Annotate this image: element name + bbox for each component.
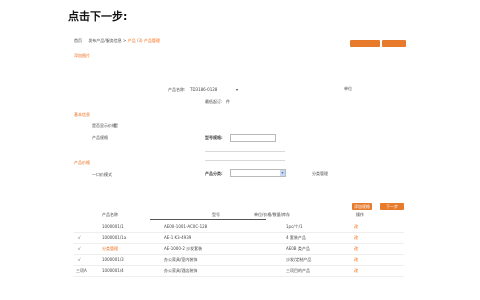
- section-price: 产品价格: [74, 160, 90, 165]
- row-model: 办公家具/室内装饰: [164, 257, 198, 262]
- row-edit-link[interactable]: 改: [354, 268, 358, 273]
- category-manage-link[interactable]: 分类管理: [312, 171, 328, 176]
- section-basic-info: 基本信息: [74, 112, 90, 117]
- chevron-down-icon: ▾: [280, 170, 285, 176]
- sku-label: 型号规格:: [205, 135, 223, 140]
- field-label-spec: 产品规格: [92, 135, 108, 140]
- unit-link[interactable]: 单位: [344, 86, 352, 91]
- row-check[interactable]: √: [78, 257, 81, 262]
- field-value-show-price: 是: [114, 123, 118, 128]
- row-model: 办公家具/酒店装饰: [164, 268, 198, 273]
- column-header-op: 操作: [356, 212, 364, 217]
- product-name-label: 产品名称:: [168, 87, 186, 92]
- row-spec: 4 套装产品: [286, 235, 306, 240]
- next-step-button[interactable]: 下一步: [380, 203, 404, 210]
- row-name: 1000001/3: [102, 257, 124, 262]
- breadcrumb-home[interactable]: 首页: [74, 38, 82, 43]
- table-row[interactable]: √ 1000001/1a AE-1 K3-4939 4 套装产品 改: [74, 233, 404, 244]
- row-edit-link[interactable]: 改: [354, 257, 358, 262]
- breadcrumb-link-2[interactable]: 产品 (3): [128, 38, 143, 43]
- row-check[interactable]: √: [78, 246, 81, 251]
- table-row[interactable]: √ 分类管理 AE-1000-2 沙发套装 AE0B 类产品 改: [74, 244, 404, 255]
- product-table: 1000001/1 AE00-1001-AC0C-128 1pc/个/1 改 √…: [74, 222, 404, 277]
- divider: [150, 219, 266, 220]
- column-header-model: 型号: [212, 212, 220, 217]
- table-row[interactable]: 三项A 1000001/4 办公家具/酒店装饰 三项目的产品 改: [74, 266, 404, 277]
- column-header-spec: 单位/价格/数量/库存: [254, 212, 291, 217]
- row-edit-link[interactable]: 改: [354, 224, 358, 229]
- row-model: AE-1 K3-4939: [164, 235, 192, 240]
- row-model: AE00-1001-AC0C-128: [164, 224, 208, 229]
- breadcrumb: 首页 发布产品/服务信息 > 产品 (3) 产品管理: [74, 38, 160, 43]
- sku-input[interactable]: [230, 134, 276, 142]
- row-check[interactable]: √: [78, 235, 81, 240]
- table-row[interactable]: √ 1000001/3 办公家具/室内装饰 沙发/定制产品 改: [74, 255, 404, 266]
- row-spec: AE0B 类产品: [286, 246, 310, 251]
- row-spec: 三项目的产品: [286, 268, 310, 273]
- row-edit-link[interactable]: 改: [354, 246, 358, 251]
- column-header-name: 产品名称: [102, 212, 118, 217]
- min-order-label: 最低起订:: [205, 99, 223, 104]
- row-name: 1000001/1a: [102, 235, 127, 240]
- price-type-label: 一口价模式: [92, 172, 112, 177]
- row-model: AE-1000-2 沙发套装: [164, 246, 203, 251]
- page-title: 点击下一步:: [68, 10, 128, 23]
- row-spec: 沙发/定制产品: [286, 257, 312, 262]
- row-name: 1000001/4: [102, 268, 124, 273]
- field-label-show-price: 是否显示价格: [92, 123, 116, 128]
- table-row[interactable]: 1000001/1 AE00-1001-AC0C-128 1pc/个/1 改: [74, 222, 404, 233]
- breadcrumb-current: 产品管理: [143, 38, 160, 43]
- breadcrumb-link-1[interactable]: 发布产品/服务信息: [88, 38, 121, 43]
- product-name-value: TD3186-0128: [190, 87, 218, 92]
- row-check[interactable]: 三项A: [76, 268, 87, 273]
- table-header: 产品名称 型号 单位/价格/数量/库存 操作: [74, 211, 404, 219]
- min-order-value: 件: [226, 99, 230, 104]
- row-name[interactable]: 分类管理: [102, 246, 118, 251]
- chevron-down-icon[interactable]: ▾: [236, 87, 238, 92]
- category-select[interactable]: ▾: [230, 169, 286, 177]
- row-edit-link[interactable]: 改: [354, 235, 358, 240]
- row-name: 1000001/1: [102, 224, 124, 229]
- divider: [205, 160, 285, 161]
- row-spec: 1pc/个/1: [286, 224, 303, 229]
- upload-image-link[interactable]: 添加图片: [74, 53, 90, 58]
- top-action-button-1[interactable]: [350, 40, 380, 47]
- category-label: 产品分类:: [205, 171, 223, 176]
- divider: [205, 151, 285, 152]
- add-spec-button[interactable]: 添加规格: [352, 203, 372, 210]
- top-action-button-2[interactable]: [382, 40, 406, 47]
